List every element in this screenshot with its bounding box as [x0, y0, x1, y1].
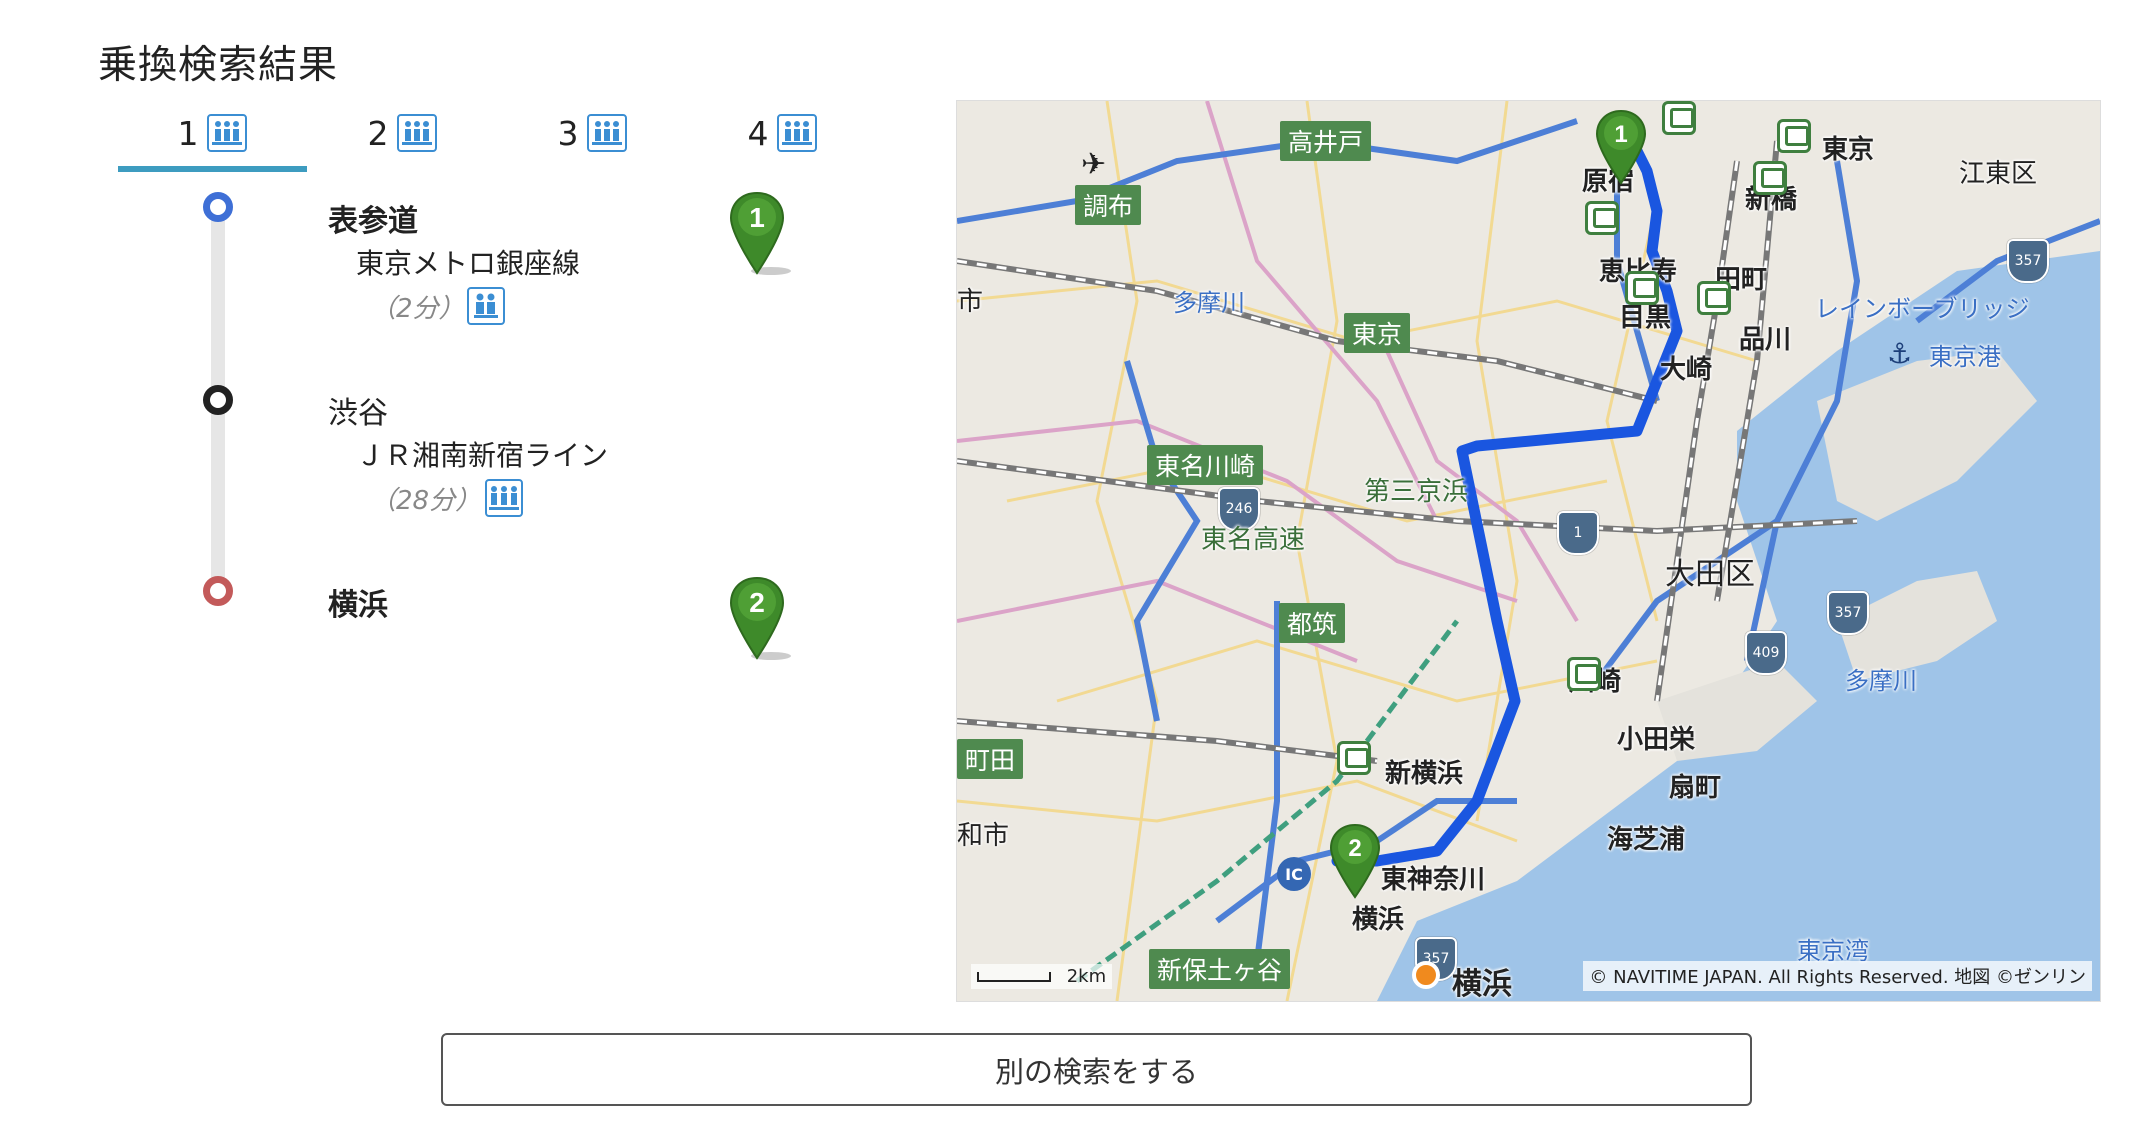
route-shield-357-a: 357 — [2007, 239, 2049, 283]
seat-icon — [586, 114, 627, 152]
train-icon — [1777, 119, 1811, 153]
map-label-tamagawa-1: 多摩川 — [1173, 289, 1245, 317]
segment1-line-name: 東京メトロ銀座線 — [356, 247, 581, 280]
map-label-takaido: 高井戸 — [1280, 121, 1372, 161]
tab-label: 2 — [367, 113, 389, 153]
map-label-machida: 町田 — [957, 739, 1024, 779]
station-dot-end — [203, 576, 233, 606]
ic-icon: IC — [1277, 857, 1311, 891]
map-label-osaki: 大崎 — [1660, 355, 1713, 385]
transfer-station-name: 渋谷 — [328, 396, 388, 431]
map-label-shinyokohama: 新横浜 — [1385, 759, 1464, 789]
active-tab-indicator — [118, 166, 307, 172]
scale-bar — [977, 972, 1051, 982]
tab-route-2[interactable]: 2 — [308, 100, 496, 166]
route-map[interactable]: 高井戸 調布 ✈ 多摩川 東京 東名川崎 246 東名高速 第三京浜 1 都筑 … — [956, 100, 2101, 1002]
map-label-shinagawa: 品川 — [1739, 325, 1792, 355]
map-scale: 2km — [971, 964, 1113, 989]
map-label-rainbow-bridge: レインボーブリッジ — [1815, 295, 2030, 323]
map-label-tamagawa-2: 多摩川 — [1845, 667, 1917, 695]
map-label-washi: 和市 — [957, 821, 1010, 851]
map-label-ota: 大田区 — [1665, 557, 1755, 592]
tab-route-3[interactable]: 3 — [498, 100, 686, 166]
airplane-icon: ✈ — [1081, 147, 1107, 182]
tab-route-1[interactable]: 1 — [118, 100, 306, 166]
map-label-tomei: 東名高速 — [1201, 525, 1306, 555]
page-title: 乗換検索結果 — [98, 43, 339, 88]
tab-label: 4 — [747, 113, 769, 153]
map-marker-1[interactable]: 1 — [1595, 109, 1655, 191]
train-icon — [1625, 271, 1659, 305]
map-label-shinhodogaya: 新保土ヶ谷 — [1149, 949, 1291, 989]
tab-route-4[interactable]: 4 — [688, 100, 876, 166]
route-tabs: 1 2 3 4 — [118, 100, 918, 172]
map-label-kaishiba: 海芝浦 — [1607, 825, 1686, 855]
segment2-seat-icon — [485, 479, 523, 517]
map-copyright: © NAVITIME JAPAN. All Rights Reserved. 地… — [1583, 961, 2092, 991]
map-label-koto: 江東区 — [1959, 159, 2038, 189]
map-marker-1-label: 1 — [1614, 121, 1627, 148]
map-label-chofu: 調布 — [1075, 185, 1142, 225]
station-dot-transfer — [203, 385, 233, 415]
segment1-seat-icon — [467, 287, 505, 325]
anchor-icon: ⚓ — [1887, 337, 1913, 370]
seat-icon — [396, 114, 437, 152]
train-icon — [1753, 161, 1787, 195]
train-icon — [1585, 201, 1619, 235]
train-icon — [1697, 281, 1731, 315]
map-label-tsuzuki: 都筑 — [1279, 603, 1346, 643]
train-icon — [1567, 657, 1601, 691]
map-marker-2[interactable]: 2 — [1329, 823, 1389, 905]
route-shield-357-b: 357 — [1827, 591, 1869, 635]
segment2-duration: （28分） — [370, 486, 482, 516]
station-dot-start — [203, 192, 233, 222]
search-again-button[interactable]: 別の検索をする — [441, 1033, 1752, 1106]
map-label-higashikanagawa: 東神奈川 — [1381, 865, 1486, 895]
end-marker: 2 — [729, 576, 801, 666]
start-station-name: 表参道 — [328, 204, 418, 239]
route-shield-1: 1 — [1557, 511, 1599, 555]
seat-icon — [776, 114, 817, 152]
start-marker: 1 — [729, 191, 801, 281]
end-marker-label: 2 — [749, 587, 765, 618]
tab-label: 1 — [177, 113, 199, 153]
map-label-tokyo-port: 東京港 — [1929, 343, 2001, 371]
segment2-line-name: ＪＲ湘南新宿ライン — [356, 439, 609, 472]
map-base-layer — [957, 101, 2100, 1001]
scale-label: 2km — [1066, 966, 1107, 987]
map-label-tokyo-station: 東京 — [1822, 135, 1875, 165]
seat-icon — [206, 114, 247, 152]
map-label-ogimachi: 扇町 — [1669, 773, 1722, 803]
route-shield-409: 409 — [1745, 631, 1787, 675]
map-label-yokohama: 横浜 — [1452, 967, 1512, 1002]
segment1-duration: （2分） — [370, 294, 465, 324]
map-label-odasakae: 小田栄 — [1617, 725, 1696, 755]
map-marker-2-label: 2 — [1348, 835, 1361, 862]
map-label-shi: 市 — [957, 287, 984, 317]
map-label-daisan-keihin: 第三京浜 — [1364, 477, 1469, 507]
map-label-tomei-kawasaki: 東名川崎 — [1147, 445, 1264, 485]
train-icon — [1337, 741, 1371, 775]
end-station-name: 横浜 — [328, 588, 388, 623]
map-label-tokyo-road: 東京 — [1344, 313, 1411, 353]
poi-icon — [1412, 961, 1440, 989]
train-icon — [1662, 101, 1696, 135]
start-marker-label: 1 — [749, 202, 765, 233]
tab-label: 3 — [557, 113, 579, 153]
